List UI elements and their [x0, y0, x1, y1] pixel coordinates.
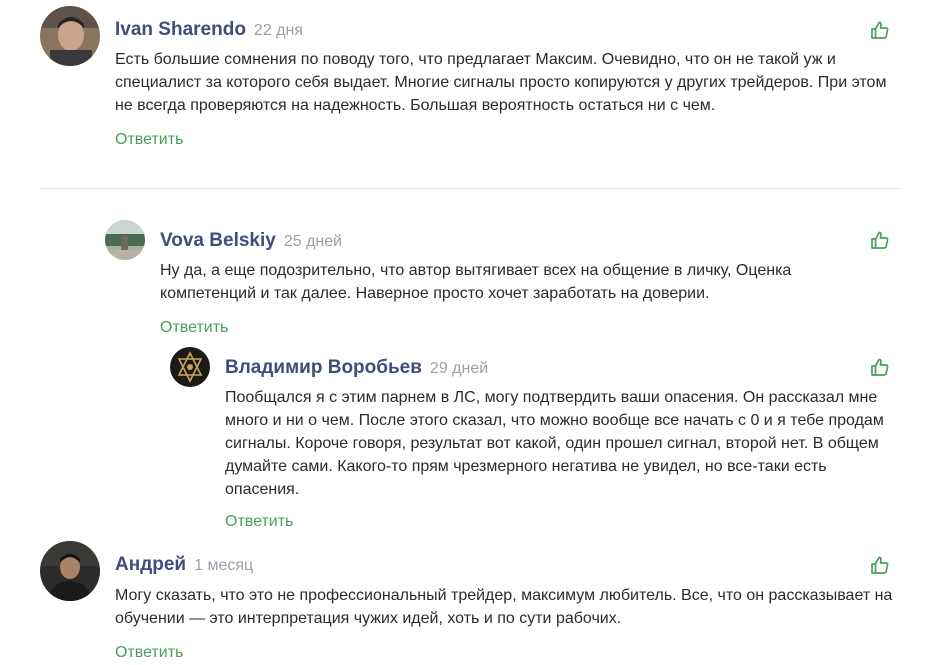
comment-time: 22 дня	[253, 22, 303, 39]
comment-time: 1 месяц	[194, 557, 254, 574]
divider	[40, 188, 902, 189]
comment-time: 25 дней	[283, 233, 343, 250]
comment-text: Пообщался я с этим парнем в ЛС, могу под…	[225, 389, 884, 498]
comment-text: Ну да, а еще подозрительно, что автор вы…	[160, 262, 792, 302]
comment-text: Могу сказать, что это не профессиональны…	[115, 587, 893, 627]
comment-author[interactable]: Vova Belskiy	[160, 230, 276, 251]
comment-author[interactable]: Ivan Sharendo	[115, 19, 246, 40]
comment-text: Есть большие сомнения по поводу того, чт…	[115, 51, 887, 114]
avatar[interactable]	[40, 6, 100, 66]
thumbs-up-icon[interactable]	[870, 555, 890, 575]
reply-button[interactable]: Ответить	[160, 319, 228, 337]
reply-button[interactable]: Ответить	[115, 644, 183, 662]
comment-time: 29 дней	[429, 360, 489, 377]
reply-button[interactable]: Ответить	[115, 131, 183, 149]
avatar[interactable]	[170, 347, 210, 387]
avatar[interactable]	[105, 220, 145, 260]
avatar[interactable]	[40, 541, 100, 601]
comment-author[interactable]: Андрей	[115, 554, 186, 575]
reply-button[interactable]: Ответить	[225, 513, 293, 531]
thumbs-up-icon[interactable]	[870, 230, 890, 250]
comment-author[interactable]: Владимир Воробьев	[225, 357, 422, 378]
thumbs-up-icon[interactable]	[870, 20, 890, 40]
thumbs-up-icon[interactable]	[870, 357, 890, 377]
